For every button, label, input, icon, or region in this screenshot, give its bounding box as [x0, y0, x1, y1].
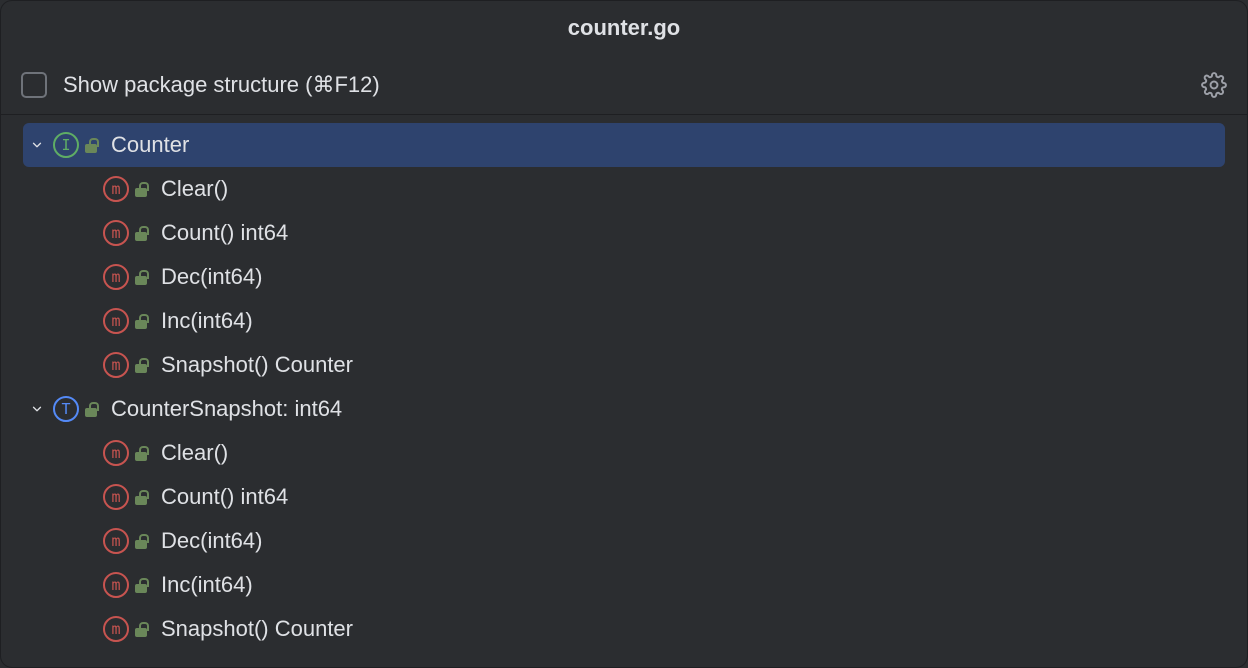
structure-popup: counter.go Show package structure (⌘F12)…: [0, 0, 1248, 668]
show-package-structure-label[interactable]: Show package structure (⌘F12): [63, 72, 380, 98]
tree-node-type[interactable]: T CounterSnapshot: int64: [23, 387, 1225, 431]
node-label: Clear(): [161, 176, 228, 202]
tree-node-method[interactable]: m Dec(int64): [23, 519, 1225, 563]
node-label: Dec(int64): [161, 264, 262, 290]
chevron-down-icon[interactable]: [27, 135, 47, 155]
method-icon: m: [103, 352, 129, 378]
tree-node-interface[interactable]: I Counter: [23, 123, 1225, 167]
tree-node-method[interactable]: m Inc(int64): [23, 299, 1225, 343]
chevron-down-icon[interactable]: [27, 399, 47, 419]
node-label: Inc(int64): [161, 572, 253, 598]
exported-icon: [133, 356, 151, 374]
node-label: CounterSnapshot: int64: [111, 396, 342, 422]
exported-icon: [133, 620, 151, 638]
type-icon: T: [53, 396, 79, 422]
exported-icon: [83, 136, 101, 154]
method-icon: m: [103, 616, 129, 642]
exported-icon: [133, 268, 151, 286]
exported-icon: [133, 224, 151, 242]
method-icon: m: [103, 572, 129, 598]
node-label: Clear(): [161, 440, 228, 466]
method-icon: m: [103, 484, 129, 510]
method-icon: m: [103, 264, 129, 290]
tree-node-method[interactable]: m Clear(): [23, 167, 1225, 211]
exported-icon: [133, 180, 151, 198]
tree-node-method[interactable]: m Inc(int64): [23, 563, 1225, 607]
exported-icon: [133, 532, 151, 550]
node-label: Snapshot() Counter: [161, 616, 353, 642]
node-label: Counter: [111, 132, 189, 158]
show-package-structure-checkbox[interactable]: [21, 72, 47, 98]
node-label: Inc(int64): [161, 308, 253, 334]
title-bar: counter.go: [1, 1, 1247, 55]
tree-node-method[interactable]: m Clear(): [23, 431, 1225, 475]
node-label: Count() int64: [161, 484, 288, 510]
node-label: Dec(int64): [161, 528, 262, 554]
exported-icon: [133, 576, 151, 594]
tree-node-method[interactable]: m Snapshot() Counter: [23, 343, 1225, 387]
method-icon: m: [103, 308, 129, 334]
method-icon: m: [103, 528, 129, 554]
method-icon: m: [103, 440, 129, 466]
toolbar: Show package structure (⌘F12): [1, 55, 1247, 115]
interface-icon: I: [53, 132, 79, 158]
exported-icon: [133, 444, 151, 462]
node-label: Count() int64: [161, 220, 288, 246]
gear-icon[interactable]: [1201, 72, 1227, 98]
tree-node-method[interactable]: m Snapshot() Counter: [23, 607, 1225, 651]
method-icon: m: [103, 176, 129, 202]
tree-node-method[interactable]: m Count() int64: [23, 475, 1225, 519]
node-label: Snapshot() Counter: [161, 352, 353, 378]
exported-icon: [83, 400, 101, 418]
exported-icon: [133, 488, 151, 506]
exported-icon: [133, 312, 151, 330]
structure-tree[interactable]: I Counter m Clear() m Count() int64 m Dec(int64…: [1, 115, 1247, 667]
tree-node-method[interactable]: m Dec(int64): [23, 255, 1225, 299]
method-icon: m: [103, 220, 129, 246]
tree-node-method[interactable]: m Count() int64: [23, 211, 1225, 255]
title-text: counter.go: [568, 15, 680, 41]
